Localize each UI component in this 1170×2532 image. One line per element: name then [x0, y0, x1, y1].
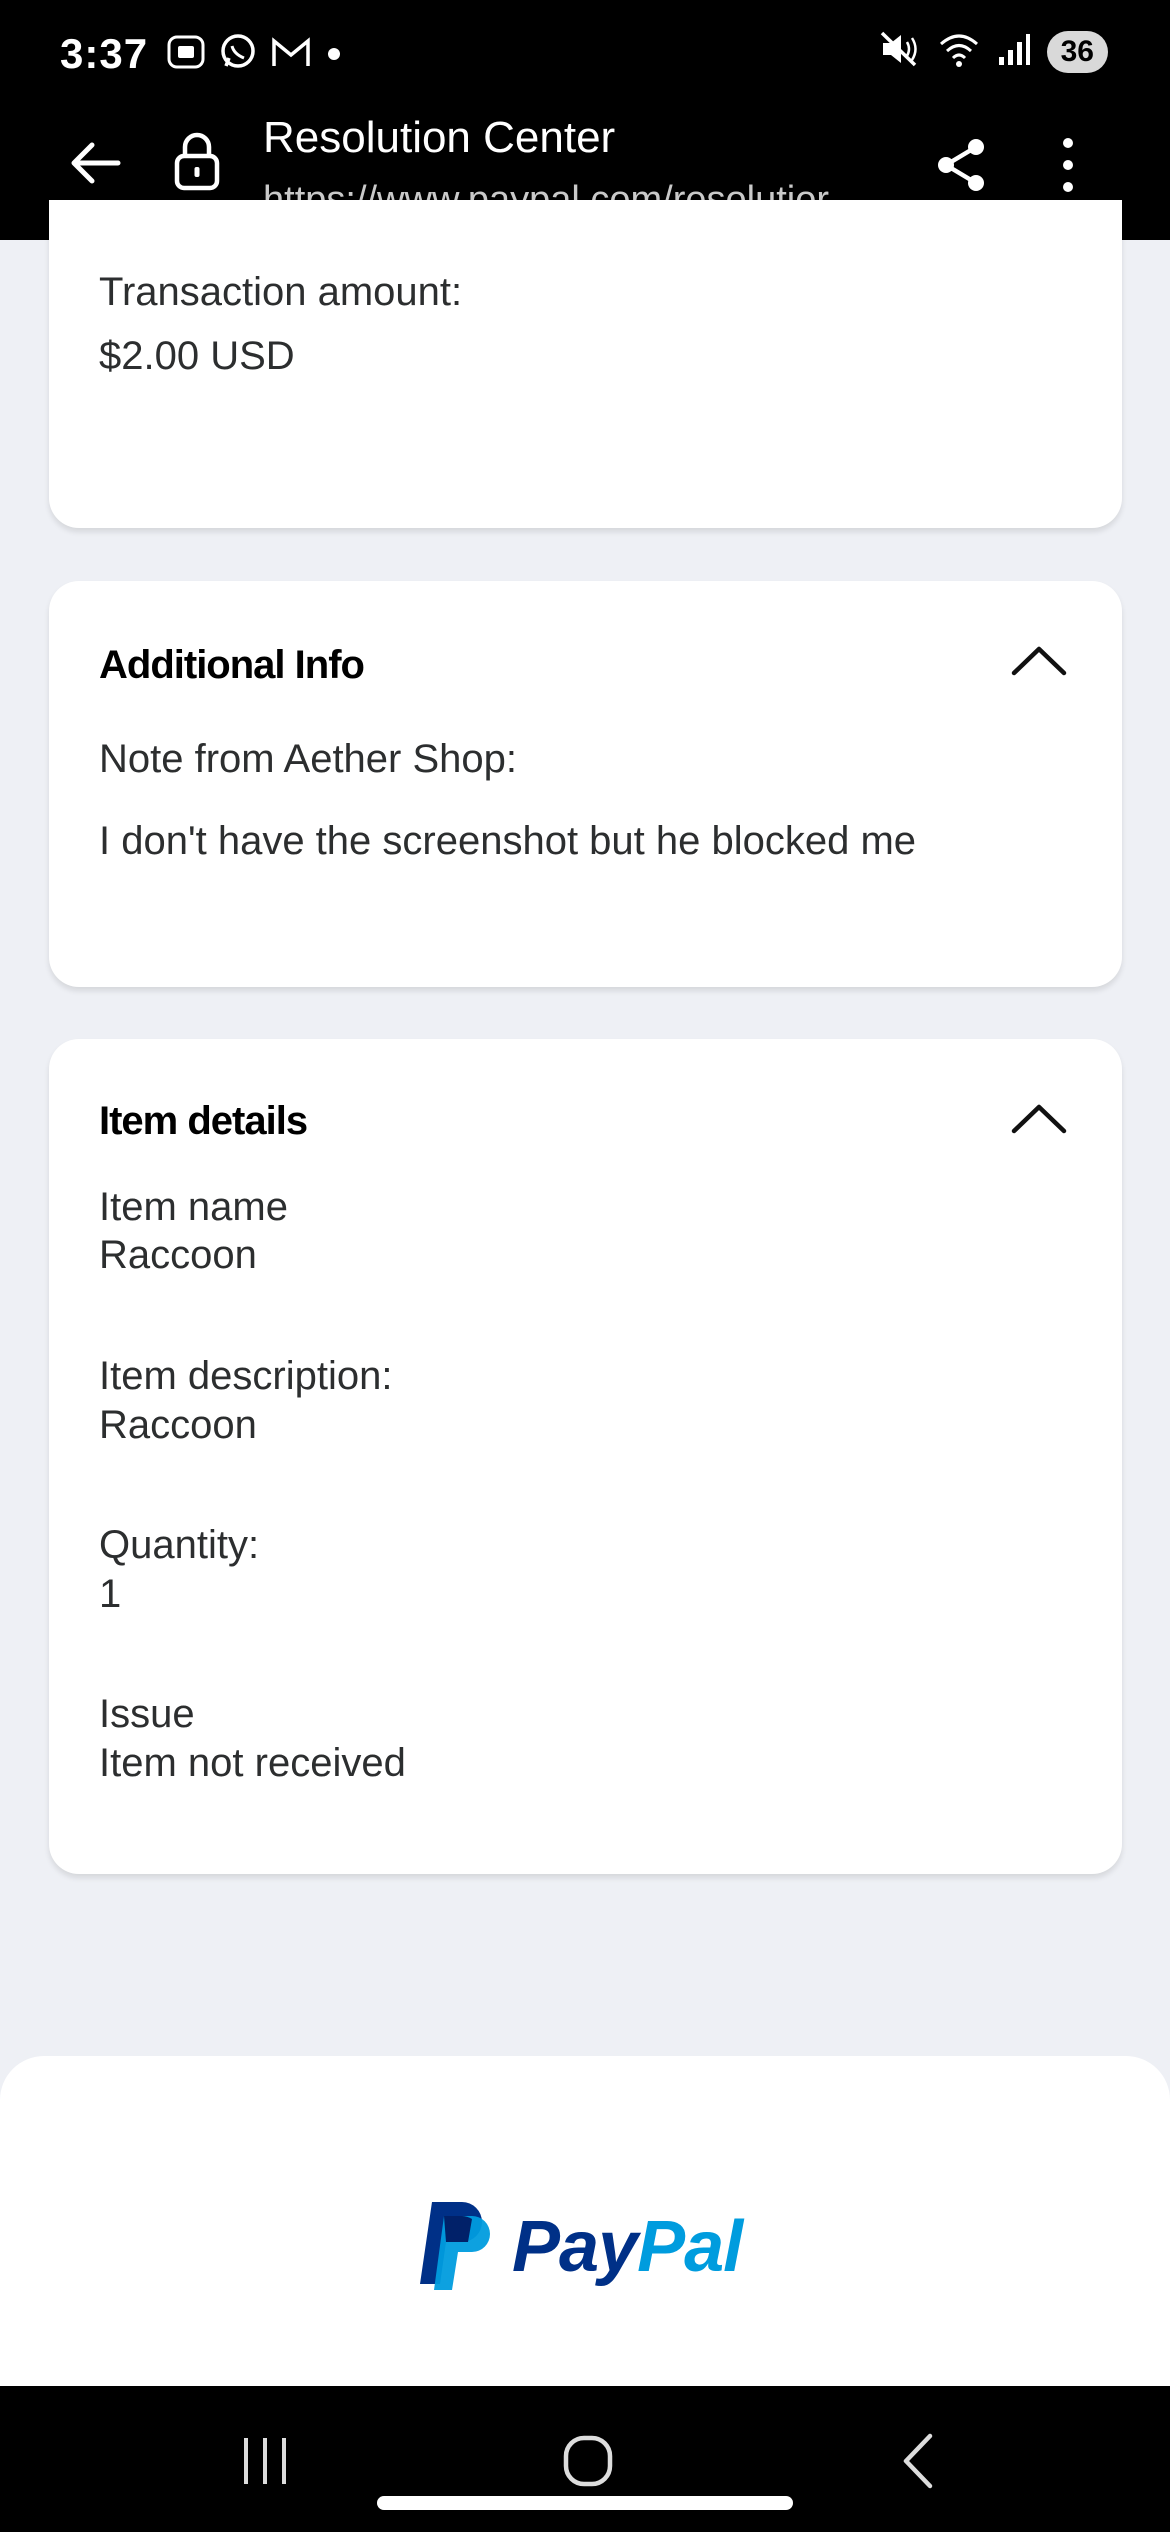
item-details-card: Item details Item name Raccoon Item desc…: [49, 1039, 1122, 1874]
paypal-logo[interactable]: PayPal: [414, 2196, 743, 2297]
item-name-label: Item name: [99, 1185, 288, 1229]
page-footer: PayPal: [0, 2056, 1170, 2396]
share-icon[interactable]: [934, 137, 990, 198]
paypal-wordmark-pal: Pal: [637, 2206, 743, 2287]
quantity-label: Quantity:: [99, 1523, 260, 1567]
system-icons: 36: [879, 30, 1108, 73]
more-options-icon[interactable]: [1058, 135, 1078, 200]
note-text: I don't have the screenshot but he block…: [99, 819, 917, 863]
whatsapp-icon: [218, 32, 258, 77]
screenshot-icon: [166, 33, 206, 76]
system-back-icon[interactable]: [898, 2432, 938, 2495]
transaction-amount-value: $2.00 USD: [99, 334, 295, 378]
signal-icon: [997, 31, 1031, 72]
additional-info-heading: Additional Info: [99, 643, 365, 687]
wifi-icon: [937, 30, 981, 73]
dot-icon: [324, 42, 344, 67]
note-label: Note from Aether Shop:: [99, 737, 518, 781]
status-bar: 3:37 36: [0, 0, 1170, 93]
battery-indicator: 36: [1046, 30, 1108, 73]
additional-info-card: Additional Info Note from Aether Shop: I…: [49, 581, 1122, 987]
status-time: 3:37: [60, 30, 149, 77]
gesture-handle[interactable]: [377, 2496, 793, 2510]
issue-label: Issue: [99, 1692, 195, 1736]
paypal-wordmark: PayPal: [512, 2206, 743, 2288]
item-name-value: Raccoon: [99, 1233, 257, 1277]
transaction-amount-label: Transaction amount:: [99, 270, 463, 314]
notification-icons: [166, 32, 344, 77]
system-navigation-bar: [0, 2386, 1170, 2532]
paypal-p-icon: [414, 2196, 494, 2297]
lock-icon[interactable]: [172, 131, 222, 196]
recent-apps-icon[interactable]: [240, 2434, 290, 2493]
home-icon[interactable]: [562, 2434, 614, 2493]
issue-value: Item not received: [99, 1741, 406, 1785]
back-arrow-icon[interactable]: [64, 133, 124, 198]
chevron-up-icon[interactable]: [1010, 1101, 1068, 1140]
item-description-value: Raccoon: [99, 1403, 257, 1447]
transaction-card: Transaction amount: $2.00 USD: [49, 200, 1122, 528]
item-description-label: Item description:: [99, 1354, 393, 1398]
mute-icon: [879, 30, 921, 73]
paypal-wordmark-pay: Pay: [512, 2206, 638, 2287]
chevron-up-icon[interactable]: [1010, 643, 1068, 682]
page-content: Transaction amount: $2.00 USD Additional…: [0, 200, 1170, 1998]
page-title: Resolution Center: [263, 113, 616, 162]
item-details-heading: Item details: [99, 1099, 308, 1143]
quantity-value: 1: [99, 1572, 122, 1616]
gmail-icon: [270, 35, 312, 74]
